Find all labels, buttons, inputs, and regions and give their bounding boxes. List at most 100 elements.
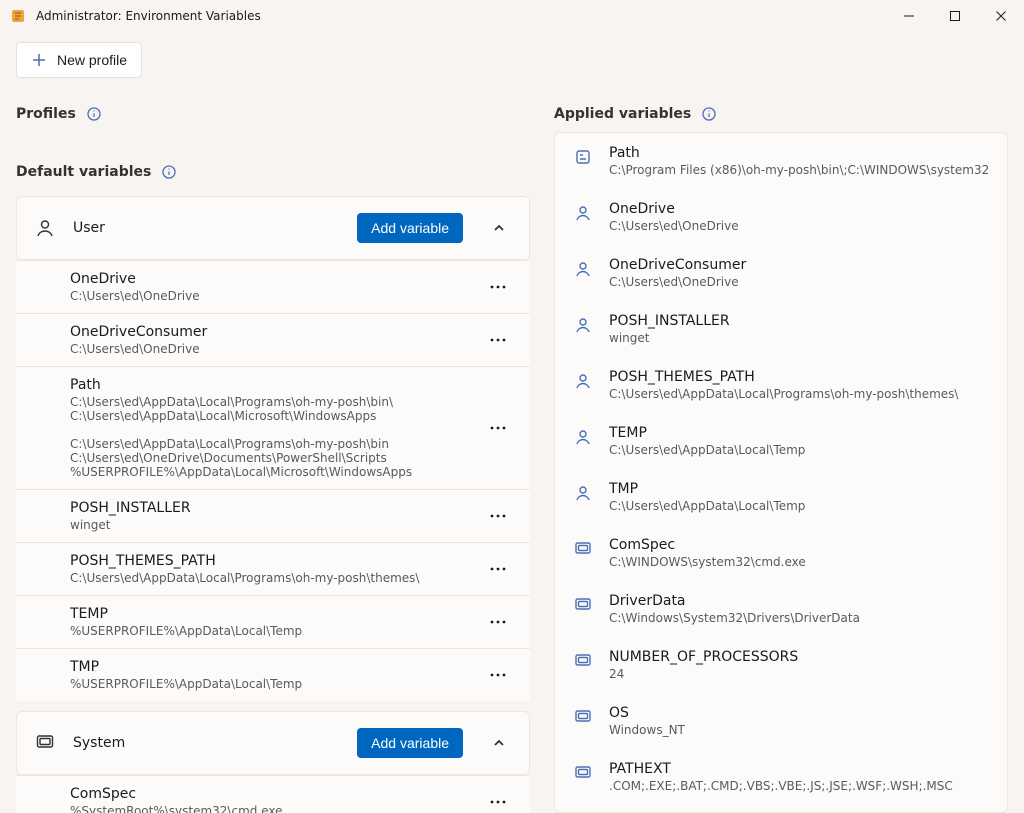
close-button[interactable]: [978, 0, 1024, 32]
variable-name: POSH_THEMES_PATH: [70, 553, 472, 569]
variable-value: C:\Users\ed\OneDrive: [70, 289, 472, 303]
variable-value: C:\Users\ed\AppData\Local\Temp: [609, 499, 989, 513]
window-controls: [886, 0, 1024, 32]
variable-value: %USERPROFILE%\AppData\Local\Temp: [70, 624, 472, 638]
info-icon[interactable]: [161, 164, 177, 180]
variable-value: C:\Windows\System32\Drivers\DriverData: [609, 611, 989, 625]
applied-variable-row[interactable]: POSH_INSTALLERwinget: [555, 301, 1007, 357]
user-group-header[interactable]: User Add variable: [16, 196, 530, 260]
system-icon: [573, 763, 593, 783]
variable-name: POSH_INSTALLER: [70, 500, 472, 516]
new-profile-button[interactable]: New profile: [16, 42, 142, 78]
maximize-button[interactable]: [932, 0, 978, 32]
user-icon: [573, 203, 593, 223]
applied-variable-row[interactable]: TEMP C:\Users\ed\AppData\Local\Temp: [555, 413, 1007, 469]
variable-row[interactable]: POSH_THEMES_PATHC:\Users\ed\AppData\Loca…: [16, 542, 530, 595]
variable-name: TEMP: [609, 425, 989, 441]
more-icon[interactable]: [484, 414, 512, 442]
variable-name: OneDriveConsumer: [70, 324, 472, 340]
applied-variable-row[interactable]: OneDriveConsumer C:\Users\ed\OneDrive: [555, 245, 1007, 301]
variable-row[interactable]: TMP %USERPROFILE%\AppData\Local\Temp: [16, 648, 530, 701]
applied-variable-row[interactable]: POWERSHELL_DISTRIBUTION_CHANNEL: [555, 805, 1007, 813]
default-variables-list[interactable]: User Add variable OneDrive C:\Users\ed\On…: [16, 190, 530, 813]
more-icon[interactable]: [484, 555, 512, 583]
variable-name: PATHEXT: [609, 761, 989, 777]
system-icon: [573, 707, 593, 727]
variable-value: C:\Program Files (x86)\oh-my-posh\bin\;C…: [609, 163, 989, 177]
applied-variable-row[interactable]: OS Windows_NT: [555, 693, 1007, 749]
more-icon[interactable]: [484, 502, 512, 530]
variable-row[interactable]: ComSpec%SystemRoot%\system32\cmd.exe: [16, 775, 530, 813]
variable-value: C:\Users\ed\AppData\Local\Programs\oh-my…: [70, 395, 472, 479]
variable-name: TMP: [70, 659, 472, 675]
minimize-button[interactable]: [886, 0, 932, 32]
add-variable-button-user[interactable]: Add variable: [357, 213, 463, 243]
variable-name: POSH_INSTALLER: [609, 313, 989, 329]
toolbar: New profile: [0, 32, 1024, 94]
variable-value: C:\Users\ed\AppData\Local\Programs\oh-my…: [609, 387, 989, 401]
variable-name: Path: [609, 145, 989, 161]
app-icon: [10, 8, 26, 24]
plus-icon: [31, 52, 47, 68]
variable-value: %SystemRoot%\system32\cmd.exe: [70, 804, 472, 813]
variable-name: TEMP: [70, 606, 472, 622]
applied-variable-row[interactable]: NUMBER_OF_PROCESSORS24: [555, 637, 1007, 693]
variable-value: C:\Users\ed\OneDrive: [70, 342, 472, 356]
variable-row[interactable]: OneDriveConsumer C:\Users\ed\OneDrive: [16, 313, 530, 366]
user-group-title: User: [73, 220, 339, 236]
default-variables-title: Default variables: [16, 152, 530, 190]
variable-value: winget: [609, 331, 989, 345]
variable-value: C:\Users\ed\OneDrive: [609, 219, 989, 233]
user-icon: [573, 259, 593, 279]
variable-value: C:\Users\ed\AppData\Local\Temp: [609, 443, 989, 457]
applied-variable-row[interactable]: TMPC:\Users\ed\AppData\Local\Temp: [555, 469, 1007, 525]
variable-value: C:\Users\ed\OneDrive: [609, 275, 989, 289]
info-icon[interactable]: [86, 106, 102, 122]
system-icon: [573, 651, 593, 671]
path-icon: [573, 147, 593, 167]
variable-name: OneDriveConsumer: [609, 257, 989, 273]
applied-variable-row[interactable]: POSH_THEMES_PATH C:\Users\ed\AppData\Loca…: [555, 357, 1007, 413]
variable-name: ComSpec: [609, 537, 989, 553]
variable-name: DriverData: [609, 593, 989, 609]
system-icon: [573, 595, 593, 615]
variable-name: OS: [609, 705, 989, 721]
more-icon[interactable]: [484, 608, 512, 636]
system-icon: [573, 539, 593, 559]
applied-variable-row[interactable]: ComSpec C:\WINDOWS\system32\cmd.exe: [555, 525, 1007, 581]
more-icon[interactable]: [484, 326, 512, 354]
variable-row[interactable]: OneDrive C:\Users\ed\OneDrive: [16, 260, 530, 313]
more-icon[interactable]: [484, 788, 512, 813]
more-icon[interactable]: [484, 661, 512, 689]
system-icon: [35, 733, 55, 753]
profiles-title: Profiles: [16, 94, 530, 132]
variable-name: OneDrive: [609, 201, 989, 217]
variable-value: winget: [70, 518, 472, 532]
variable-name: POSH_THEMES_PATH: [609, 369, 989, 385]
applied-variable-row[interactable]: Path C:\Program Files (x86)\oh-my-posh\bi…: [555, 133, 1007, 189]
variable-value: Windows_NT: [609, 723, 989, 737]
user-icon: [573, 427, 593, 447]
applied-variables-list[interactable]: Path C:\Program Files (x86)\oh-my-posh\bi…: [554, 132, 1008, 813]
applied-variable-row[interactable]: PATHEXT .COM;.EXE;.BAT;.CMD;.VBS;.VBE;.JS…: [555, 749, 1007, 805]
chevron-up-icon[interactable]: [487, 731, 511, 755]
variable-name: OneDrive: [70, 271, 472, 287]
window-title: Administrator: Environment Variables: [36, 9, 261, 23]
applied-variables-title: Applied variables: [554, 94, 1008, 132]
add-variable-button-system[interactable]: Add variable: [357, 728, 463, 758]
variable-row[interactable]: PathC:\Users\ed\AppData\Local\Programs\o…: [16, 366, 530, 489]
info-icon[interactable]: [701, 106, 717, 122]
variable-row[interactable]: TEMP %USERPROFILE%\AppData\Local\Temp: [16, 595, 530, 648]
variable-value: .COM;.EXE;.BAT;.CMD;.VBS;.VBE;.JS;.JSE;.…: [609, 779, 989, 793]
variable-value: C:\WINDOWS\system32\cmd.exe: [609, 555, 989, 569]
chevron-up-icon[interactable]: [487, 216, 511, 240]
user-icon: [573, 371, 593, 391]
variable-row[interactable]: POSH_INSTALLERwinget: [16, 489, 530, 542]
applied-variable-row[interactable]: OneDrive C:\Users\ed\OneDrive: [555, 189, 1007, 245]
user-icon: [573, 315, 593, 335]
more-icon[interactable]: [484, 273, 512, 301]
system-group-title: System: [73, 735, 339, 751]
variable-value: %USERPROFILE%\AppData\Local\Temp: [70, 677, 472, 691]
system-group-header[interactable]: System Add variable: [16, 711, 530, 775]
applied-variable-row[interactable]: DriverData C:\Windows\System32\Drivers\Dr…: [555, 581, 1007, 637]
